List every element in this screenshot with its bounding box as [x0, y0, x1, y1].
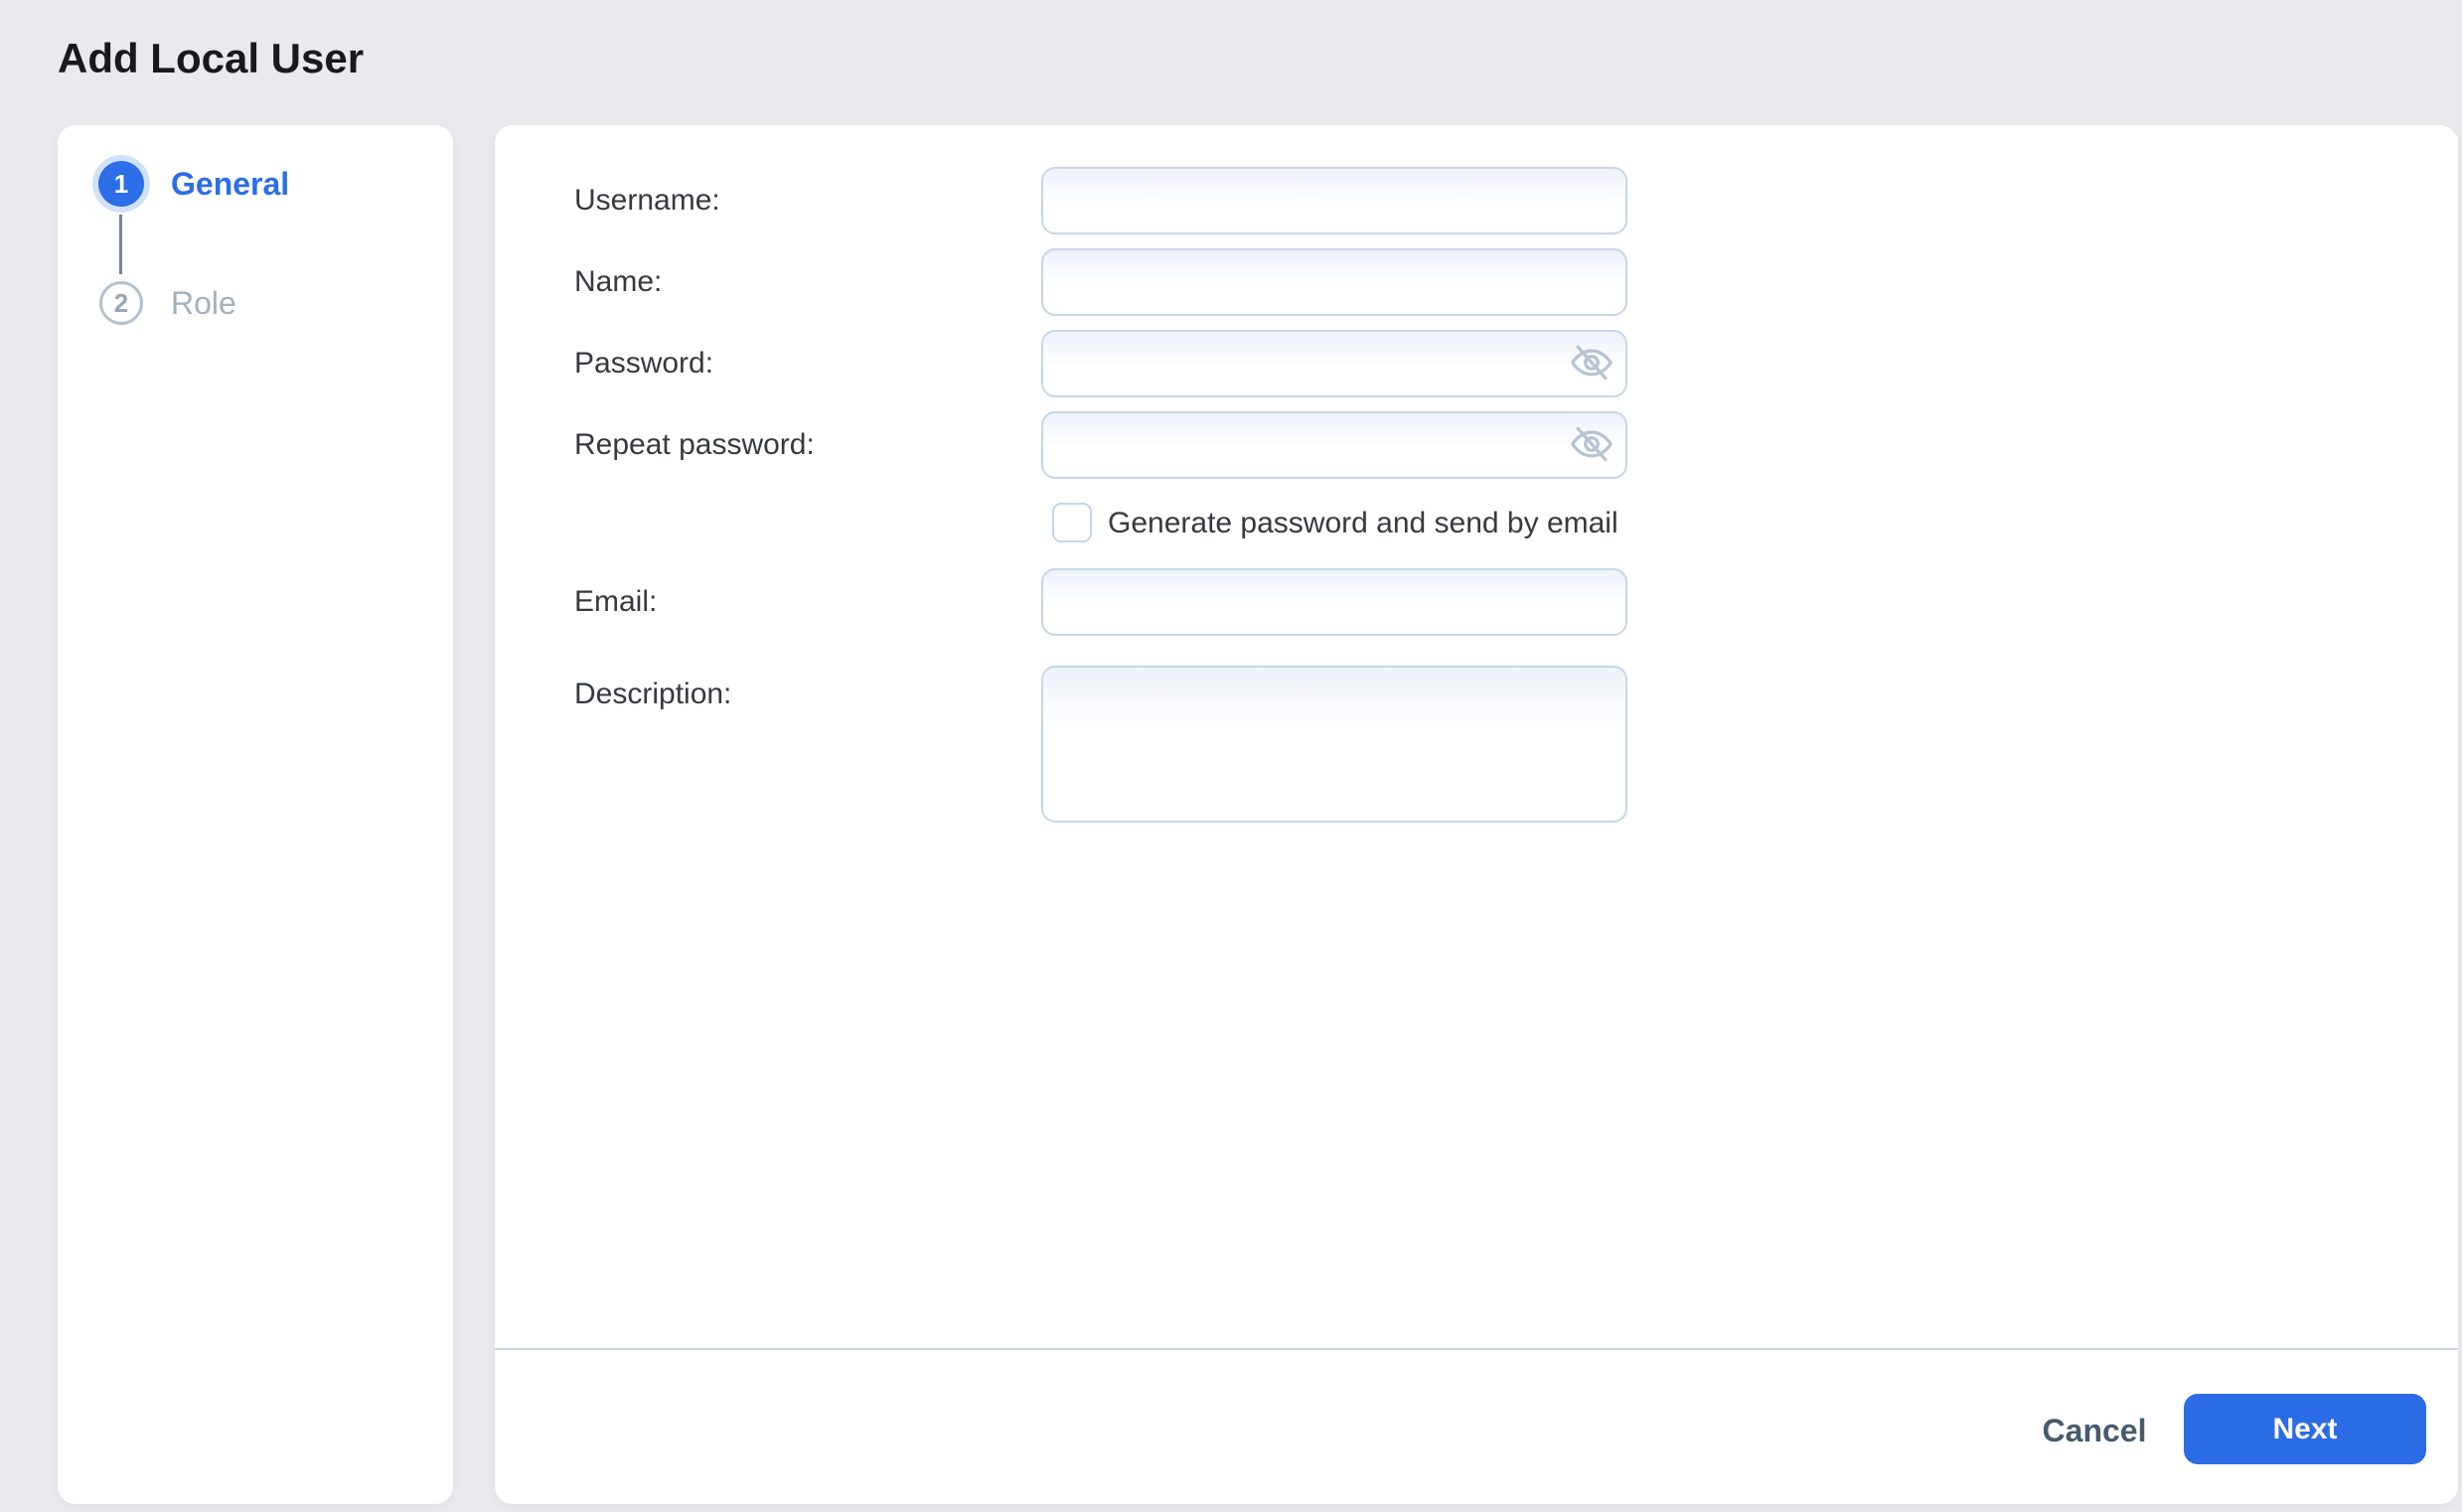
footer-divider [495, 1348, 2458, 1350]
add-user-form-card: Username: Name: Password: Repeat passwor… [495, 125, 2458, 1504]
name-input[interactable] [1041, 248, 1627, 316]
username-input[interactable] [1041, 167, 1627, 234]
password-label: Password: [574, 347, 714, 379]
wizard-step-1-number: 1 [113, 168, 129, 199]
cancel-button[interactable]: Cancel [2015, 1405, 2174, 1456]
description-label: Description: [574, 678, 732, 710]
name-label: Name: [574, 265, 663, 298]
email-input-wrap [1041, 568, 1627, 636]
sidebar-item-role[interactable]: Role [171, 284, 236, 322]
sidebar-item-general[interactable]: General [171, 165, 289, 203]
eye-off-icon [1570, 422, 1614, 469]
next-button[interactable]: Next [2184, 1394, 2426, 1464]
username-label: Username: [574, 184, 720, 217]
email-label: Email: [574, 585, 658, 618]
password-input-wrap [1041, 330, 1627, 397]
wizard-step-connector [119, 215, 122, 274]
repeat-password-input[interactable] [1041, 411, 1627, 479]
description-input-wrap [1041, 666, 1627, 823]
generate-password-checkbox[interactable] [1052, 503, 1092, 542]
repeat-password-visibility-toggle[interactable] [1568, 421, 1616, 469]
generate-password-checkbox-label[interactable]: Generate password and send by email [1108, 503, 1618, 544]
wizard-step-2-number: 2 [113, 287, 129, 318]
description-textarea[interactable] [1041, 666, 1627, 823]
generate-password-row: Generate password and send by email [495, 503, 2458, 544]
username-input-wrap [1041, 167, 1627, 234]
repeat-password-label: Repeat password: [574, 428, 815, 461]
password-input[interactable] [1041, 330, 1627, 397]
eye-off-icon [1570, 341, 1614, 387]
wizard-step-1-badge[interactable]: 1 [98, 161, 144, 207]
wizard-sidebar: 1 General 2 Role [58, 125, 453, 1504]
password-visibility-toggle[interactable] [1568, 340, 1616, 387]
repeat-password-input-wrap [1041, 411, 1627, 479]
name-input-wrap [1041, 248, 1627, 316]
wizard-step-2-badge[interactable]: 2 [99, 281, 143, 325]
email-field[interactable] [1041, 568, 1627, 636]
page-title: Add Local User [58, 35, 365, 81]
